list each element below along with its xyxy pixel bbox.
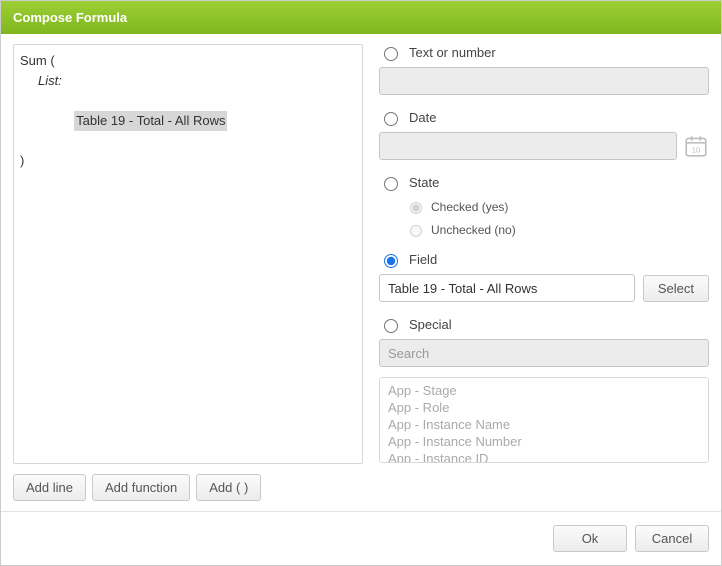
formula-arg-selected[interactable]: Table 19 - Total - All Rows <box>74 111 227 131</box>
left-buttons: Add line Add function Add ( ) <box>13 474 363 501</box>
formula-editor[interactable]: Sum ( List: Table 19 - Total - All Rows … <box>13 44 363 464</box>
formula-list-label: List: <box>38 71 356 91</box>
calendar-icon[interactable]: 10 <box>683 133 709 159</box>
dialog-footer: Ok Cancel <box>1 511 721 565</box>
radio-state[interactable] <box>384 177 398 191</box>
formula-close: ) <box>20 151 356 171</box>
field-row: Select <box>379 274 709 302</box>
list-item[interactable]: App - Role <box>388 399 700 416</box>
special-search-input[interactable] <box>379 339 709 367</box>
list-item[interactable]: App - Stage <box>388 382 700 399</box>
label-state-unchecked: Unchecked (no) <box>431 223 516 237</box>
radio-state-checked[interactable] <box>410 202 422 214</box>
text-or-number-input[interactable] <box>379 67 709 95</box>
option-field: Field <box>379 251 709 268</box>
add-line-button[interactable]: Add line <box>13 474 86 501</box>
date-row: 10 <box>379 132 709 160</box>
state-sub-options: Checked (yes) Unchecked (no) <box>405 199 709 237</box>
radio-date[interactable] <box>384 112 398 126</box>
field-select-button[interactable]: Select <box>643 275 709 302</box>
state-checked-row: Checked (yes) <box>405 199 709 214</box>
cancel-button[interactable]: Cancel <box>635 525 709 552</box>
state-unchecked-row: Unchecked (no) <box>405 222 709 237</box>
radio-special[interactable] <box>384 319 398 333</box>
list-item[interactable]: App - Instance Number <box>388 433 700 450</box>
compose-formula-dialog: Compose Formula Sum ( List: Table 19 - T… <box>0 0 722 566</box>
date-input[interactable] <box>379 132 677 160</box>
formula-arg-line[interactable]: Table 19 - Total - All Rows <box>38 91 356 151</box>
radio-text-or-number[interactable] <box>384 47 398 61</box>
option-date: Date <box>379 109 709 126</box>
dialog-title: Compose Formula <box>1 1 721 34</box>
add-parens-button[interactable]: Add ( ) <box>196 474 261 501</box>
svg-text:10: 10 <box>692 146 700 155</box>
list-item[interactable]: App - Instance ID <box>388 450 700 463</box>
right-column: Text or number Date 10 State <box>379 44 709 511</box>
dialog-body: Sum ( List: Table 19 - Total - All Rows … <box>1 34 721 511</box>
option-state: State <box>379 174 709 191</box>
radio-state-unchecked[interactable] <box>410 225 422 237</box>
label-field: Field <box>409 252 437 267</box>
formula-func: Sum ( <box>20 51 356 71</box>
field-value-input[interactable] <box>379 274 635 302</box>
add-function-button[interactable]: Add function <box>92 474 190 501</box>
radio-field[interactable] <box>384 254 398 268</box>
option-special: Special <box>379 316 709 333</box>
label-date: Date <box>409 110 436 125</box>
label-special: Special <box>409 317 452 332</box>
list-item[interactable]: App - Instance Name <box>388 416 700 433</box>
left-column: Sum ( List: Table 19 - Total - All Rows … <box>13 44 363 511</box>
label-state-checked: Checked (yes) <box>431 200 508 214</box>
label-state: State <box>409 175 439 190</box>
label-text-or-number: Text or number <box>409 45 496 60</box>
special-list[interactable]: App - Stage App - Role App - Instance Na… <box>379 377 709 463</box>
option-text-or-number: Text or number <box>379 44 709 61</box>
ok-button[interactable]: Ok <box>553 525 627 552</box>
